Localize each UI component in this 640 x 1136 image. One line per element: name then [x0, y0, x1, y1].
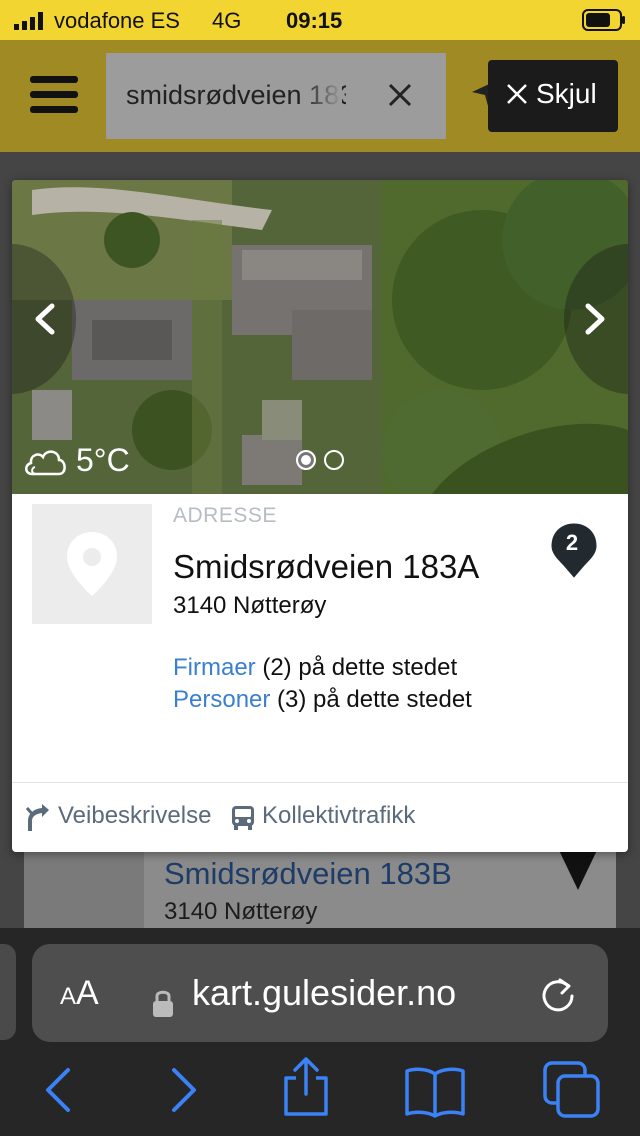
battery-icon: [582, 9, 625, 31]
network-type: 4G: [212, 8, 242, 33]
clear-search-icon[interactable]: [386, 81, 414, 109]
persons-line: Personer (3) på dette stedet: [173, 684, 472, 716]
lock-icon: [153, 990, 173, 1017]
previous-tab-preview[interactable]: [0, 944, 16, 1040]
menu-icon[interactable]: [30, 76, 78, 116]
chevron-right-icon: [585, 303, 605, 335]
background-result-postal: 3140 Nøtterøy: [164, 898, 318, 925]
chevron-left-icon: [35, 303, 55, 335]
status-bar: vodafone ES 4G 09:15: [0, 0, 640, 40]
map-pin-number: 2: [565, 530, 579, 555]
temperature: 5°C: [76, 442, 130, 478]
companies-link[interactable]: Firmaer: [173, 654, 256, 681]
pager-dot-1[interactable]: [296, 450, 316, 470]
text-size-button[interactable]: AA: [60, 974, 99, 1013]
search-field[interactable]: smidsrødveien 183A: [106, 53, 446, 139]
address-bar[interactable]: AA kart.gulesider.no: [32, 944, 608, 1042]
clock: 09:15: [286, 8, 343, 33]
hide-label: Skjul: [536, 78, 597, 109]
tabs-icon[interactable]: [542, 1060, 602, 1120]
bookmarks-icon[interactable]: [404, 1066, 466, 1118]
address-thumbnail: [32, 504, 152, 624]
background-result-title[interactable]: Smidsrødveien 183B: [164, 856, 452, 892]
reload-icon[interactable]: [538, 976, 578, 1016]
persons-count-text: (3) på dette stedet: [270, 686, 472, 713]
location-links: Firmaer (2) på dette stedet Personer (3)…: [173, 652, 472, 716]
directions-icon: [25, 804, 49, 831]
search-fade: [302, 73, 342, 119]
directions-label: Veibeskrivelse: [58, 802, 212, 829]
pager-dot-2[interactable]: [324, 450, 344, 470]
back-icon[interactable]: [40, 1066, 74, 1114]
cloud-icon: [25, 450, 66, 476]
address-detail-card: 5°C ADRESSE Smidsrødveien 183A 3140 Nøtt…: [12, 180, 628, 852]
persons-link[interactable]: Personer: [173, 686, 270, 713]
postal-address: 3140 Nøtterøy: [173, 592, 327, 619]
location-pin-icon: [67, 532, 117, 596]
result-type-label: ADRESSE: [173, 504, 277, 527]
divider: [12, 782, 628, 783]
hide-button[interactable]: Skjul: [488, 60, 618, 132]
carrier-name: vodafone ES: [54, 8, 180, 33]
signal-icon: [14, 12, 43, 30]
public-transport-label: Kollektivtrafikk: [262, 802, 416, 829]
bus-icon: [232, 806, 254, 830]
companies-line: Firmaer (2) på dette stedet: [173, 652, 472, 684]
forward-icon[interactable]: [168, 1066, 202, 1114]
close-icon: [507, 84, 527, 104]
companies-count-text: (2) på dette stedet: [255, 654, 458, 681]
address-title: Smidsrødveien 183A: [173, 548, 480, 585]
aerial-photo[interactable]: 5°C: [12, 180, 628, 494]
share-icon[interactable]: [280, 1056, 332, 1118]
browser-toolbar: AA kart.gulesider.no: [0, 928, 640, 1136]
url-text[interactable]: kart.gulesider.no: [192, 972, 456, 1014]
